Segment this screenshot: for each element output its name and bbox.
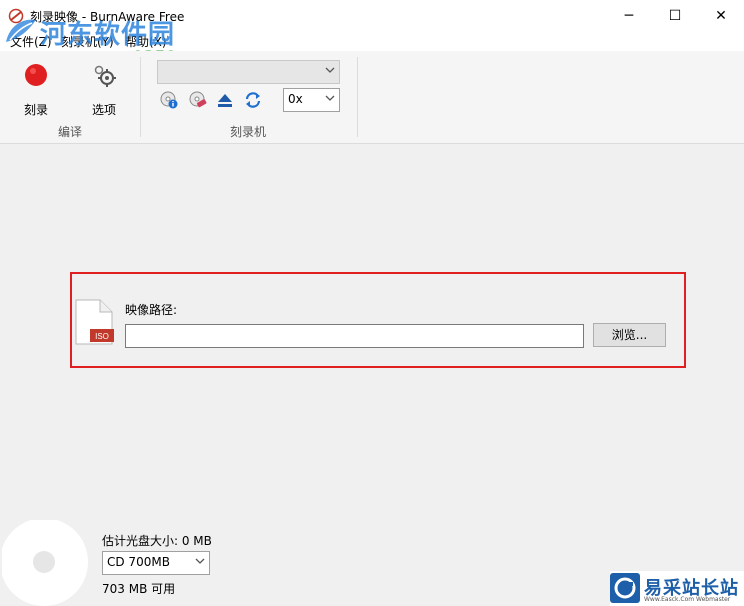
group-separator [140,57,141,137]
image-path-label: 映像路径: [125,303,178,317]
maximize-button[interactable]: ☐ [652,0,698,31]
chevron-down-icon [325,67,335,73]
eject-icon[interactable] [216,91,234,109]
minimize-button[interactable]: ─ [606,0,652,31]
erase-disc-icon[interactable] [189,91,207,109]
drive-select[interactable] [157,60,340,84]
corner-logo-sub: Www.Easck.Com Webmaster [644,596,731,603]
burn-button[interactable]: 刻录 [8,61,64,117]
watermark-text: 河东软件园 [40,20,176,50]
group-edit-label: 编译 [58,125,83,139]
ribbon: 刻录 选项 编译 0x 刻录机 [0,51,744,144]
iso-file-icon: ISO [75,299,114,345]
record-icon [25,64,47,86]
group-separator [357,57,358,137]
chevron-down-icon [195,558,205,564]
speed-select-value: 0x [288,92,303,106]
logo-icon [614,577,636,599]
disc-type-select[interactable]: CD 700MB [102,551,210,575]
chevron-down-icon [325,95,335,101]
corner-logo-mark [610,573,640,603]
image-path-input[interactable] [125,324,584,348]
speed-select[interactable]: 0x [283,88,340,112]
corner-watermark: 易采站长站 Www.Easck.Com Webmaster [610,571,744,606]
disc-icon [2,520,88,606]
gear-icon [94,65,116,87]
refresh-icon[interactable] [244,91,262,109]
available-space-label: 703 MB 可用 [102,582,176,596]
browse-button[interactable]: 浏览... [593,323,666,347]
iso-badge: ISO [95,332,109,341]
close-button[interactable]: ✕ [698,0,744,31]
group-burner-label: 刻录机 [230,125,267,139]
disc-type-value: CD 700MB [107,555,170,569]
burn-label: 刻录 [23,103,48,117]
options-label: 选项 [91,103,116,117]
options-button[interactable]: 选项 [76,61,132,117]
estimated-size-label: 估计光盘大小: 0 MB [102,534,212,548]
disc-info-icon[interactable] [160,91,178,109]
image-path-panel [70,272,686,368]
watermark-logo [6,19,36,42]
